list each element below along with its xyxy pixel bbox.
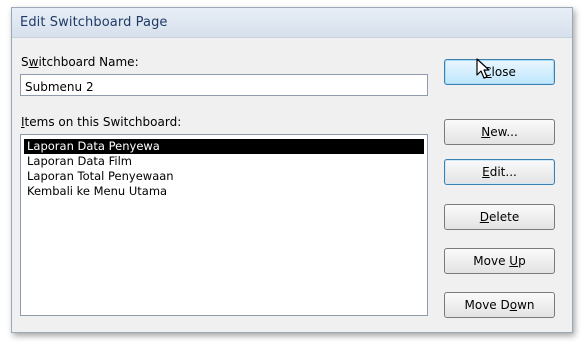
list-item[interactable]: Laporan Data Film: [24, 154, 424, 169]
delete-button[interactable]: Delete: [444, 204, 555, 230]
list-item[interactable]: Laporan Total Penyewaan: [24, 169, 424, 184]
list-item[interactable]: Laporan Data Penyewa: [24, 139, 424, 154]
edit-button[interactable]: Edit...: [444, 159, 555, 185]
list-item[interactable]: Kembali ke Menu Utama: [24, 184, 424, 199]
move-up-button[interactable]: Move Up: [444, 248, 555, 274]
title-bar[interactable]: Edit Switchboard Page: [12, 8, 572, 38]
items-listbox[interactable]: Laporan Data Penyewa Laporan Data Film L…: [20, 134, 428, 316]
move-down-button[interactable]: Move Down: [444, 292, 555, 318]
switchboard-name-input[interactable]: [20, 74, 428, 96]
dialog-title: Edit Switchboard Page: [20, 15, 168, 30]
close-button[interactable]: Close: [444, 59, 555, 85]
switchboard-name-label: Switchboard Name:: [21, 55, 139, 69]
mouse-pointer-icon: [476, 58, 490, 79]
items-label: Items on this Switchboard:: [21, 115, 182, 129]
new-button[interactable]: New...: [444, 119, 555, 145]
